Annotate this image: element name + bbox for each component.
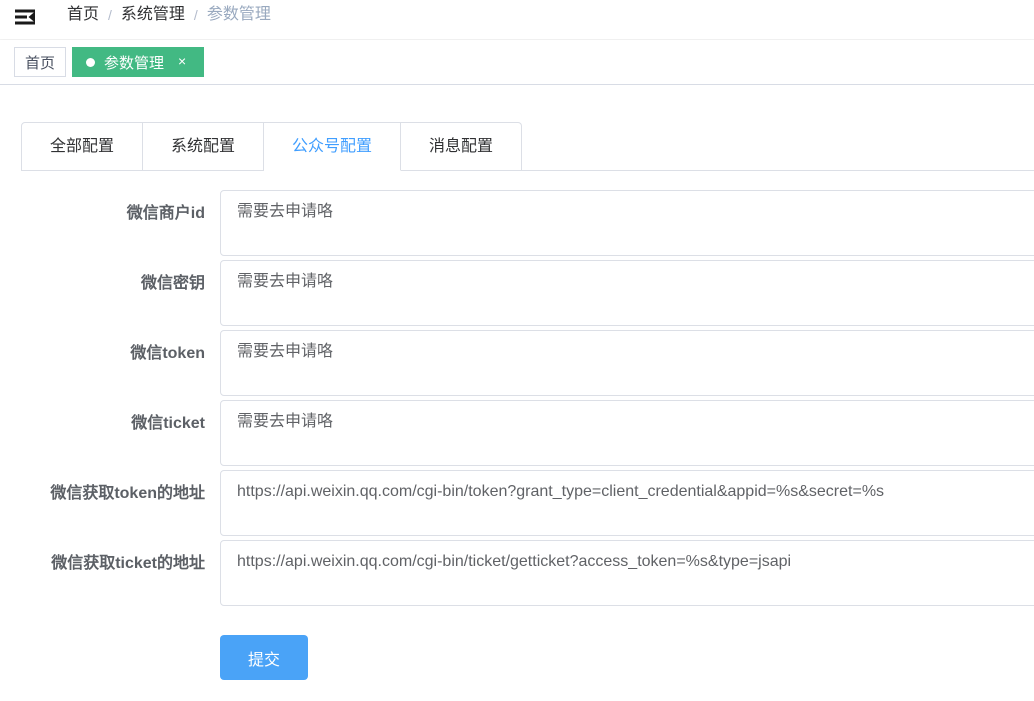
breadcrumb-separator: / — [108, 3, 112, 27]
form-row: 微信获取ticket的地址 https://api.weixin.qq.com/… — [21, 540, 1034, 606]
wechat-merchant-id-input[interactable]: 需要去申请咯 — [220, 190, 1034, 256]
close-icon[interactable]: × — [174, 54, 190, 70]
wechat-token-url-label: 微信获取token的地址 — [21, 470, 220, 536]
form-row: 微信获取token的地址 https://api.weixin.qq.com/c… — [21, 470, 1034, 536]
top-navbar: 首页 / 系统管理 / 参数管理 — [0, 0, 1034, 40]
submit-button[interactable]: 提交 — [220, 635, 308, 680]
active-dot-icon — [86, 58, 95, 67]
form-row: 微信token 需要去申请咯 — [21, 330, 1034, 396]
wechat-ticket-url-label: 微信获取ticket的地址 — [21, 540, 220, 606]
official-account-config-form: 微信商户id 需要去申请咯 微信密钥 需要去申请咯 微信token 需要去申请咯… — [21, 190, 1034, 680]
tag-home-label: 首页 — [25, 52, 55, 73]
tag-home[interactable]: 首页 — [14, 47, 66, 77]
config-tabs: 全部配置 系统配置 公众号配置 消息配置 — [21, 122, 1034, 171]
collapse-sidebar-icon[interactable] — [15, 5, 37, 29]
form-row: 微信ticket 需要去申请咯 — [21, 400, 1034, 466]
wechat-ticket-label: 微信ticket — [21, 400, 220, 466]
tag-param-management-label: 参数管理 — [104, 52, 164, 73]
tab-system-config[interactable]: 系统配置 — [143, 122, 264, 171]
form-row: 微信商户id 需要去申请咯 — [21, 190, 1034, 256]
wechat-ticket-input[interactable]: 需要去申请咯 — [220, 400, 1034, 466]
wechat-token-url-input[interactable]: https://api.weixin.qq.com/cgi-bin/token?… — [220, 470, 1034, 536]
breadcrumb-item-system-management[interactable]: 系统管理 — [121, 3, 185, 27]
tag-param-management[interactable]: 参数管理 × — [72, 47, 204, 77]
wechat-token-input[interactable]: 需要去申请咯 — [220, 330, 1034, 396]
main-content: 全部配置 系统配置 公众号配置 消息配置 微信商户id 需要去申请咯 微信密钥 … — [0, 85, 1034, 680]
wechat-token-label: 微信token — [21, 330, 220, 396]
collapse-sidebar-icon-glyph — [15, 7, 35, 27]
breadcrumb: 首页 / 系统管理 / 参数管理 — [67, 3, 271, 27]
tab-official-account-config[interactable]: 公众号配置 — [264, 122, 401, 171]
wechat-secret-label: 微信密钥 — [21, 260, 220, 326]
breadcrumb-item-current: 参数管理 — [207, 3, 271, 27]
tags-view-bar: 首页 参数管理 × — [0, 40, 1034, 85]
breadcrumb-item-home[interactable]: 首页 — [67, 3, 99, 27]
wechat-merchant-id-label: 微信商户id — [21, 190, 220, 256]
tab-message-config[interactable]: 消息配置 — [401, 122, 522, 171]
tab-all-config[interactable]: 全部配置 — [21, 122, 143, 171]
wechat-secret-input[interactable]: 需要去申请咯 — [220, 260, 1034, 326]
form-row: 微信密钥 需要去申请咯 — [21, 260, 1034, 326]
breadcrumb-separator: / — [194, 3, 198, 27]
wechat-ticket-url-input[interactable]: https://api.weixin.qq.com/cgi-bin/ticket… — [220, 540, 1034, 606]
submit-row: 提交 — [21, 635, 1034, 680]
